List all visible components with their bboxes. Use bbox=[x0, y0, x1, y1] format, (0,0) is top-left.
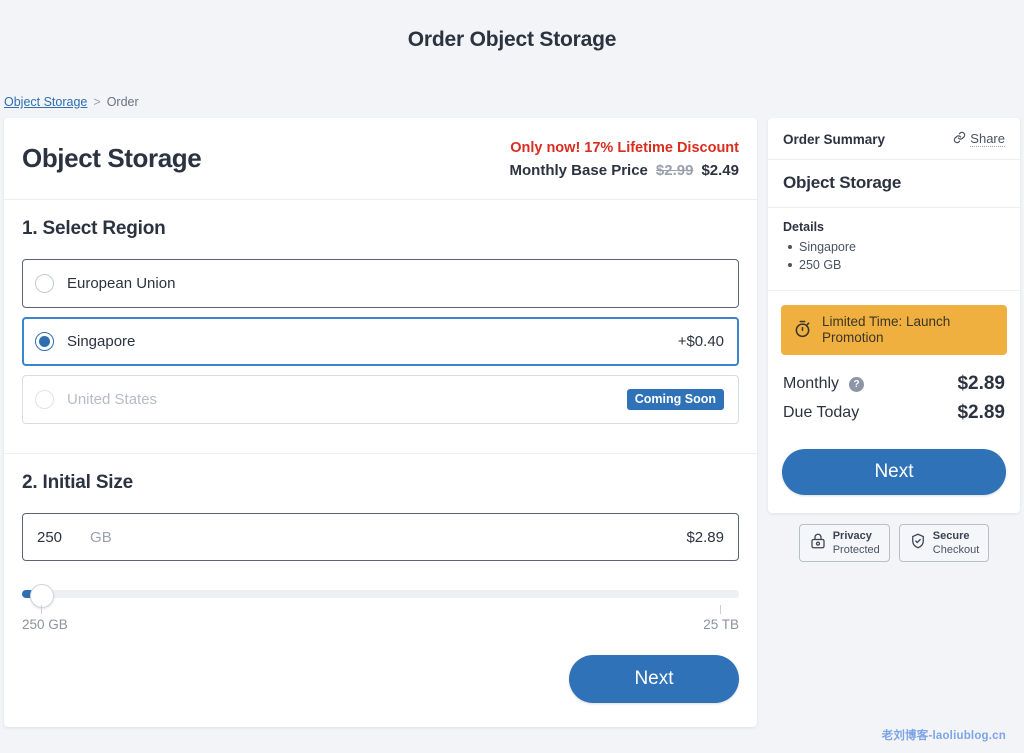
region-option-european-union[interactable]: European Union bbox=[22, 259, 739, 308]
base-price-new: $2.49 bbox=[701, 162, 739, 179]
trust-secure-line1: Secure bbox=[933, 530, 979, 542]
summary-next-button[interactable]: Next bbox=[782, 449, 1006, 495]
section-heading-initial-size: 2. Initial Size bbox=[22, 472, 739, 494]
product-header: Object Storage Only now! 17% Lifetime Di… bbox=[4, 118, 757, 200]
size-input-box[interactable]: 250 GB $2.89 bbox=[22, 513, 739, 561]
region-label-european-union: European Union bbox=[67, 275, 724, 292]
order-summary-title: Order Summary bbox=[783, 132, 885, 147]
breadcrumb-separator: > bbox=[93, 95, 100, 109]
size-unit-label: GB bbox=[90, 529, 686, 546]
main-next-button[interactable]: Next bbox=[569, 655, 739, 703]
order-main-card: Object Storage Only now! 17% Lifetime Di… bbox=[4, 118, 757, 727]
trust-secure-line2: Checkout bbox=[933, 544, 979, 556]
discount-banner: Only now! 17% Lifetime Discount bbox=[510, 140, 739, 156]
breadcrumb-current-order: Order bbox=[107, 95, 139, 109]
trust-badge-secure-text: Secure Checkout bbox=[933, 530, 979, 556]
total-row-monthly: Monthly ? $2.89 bbox=[783, 373, 1005, 395]
share-button[interactable]: Share bbox=[953, 131, 1005, 147]
order-summary-details: Details Singapore 250 GB bbox=[768, 208, 1020, 291]
radio-icon-united-states bbox=[35, 390, 54, 409]
promo-text: Limited Time: Launch Promotion bbox=[822, 314, 996, 346]
lock-icon bbox=[809, 532, 827, 555]
product-title: Object Storage bbox=[22, 143, 201, 174]
section-initial-size: 2. Initial Size 250 GB $2.89 250 GB 25 T… bbox=[4, 453, 757, 655]
page-layout: Object Storage Only now! 17% Lifetime Di… bbox=[4, 118, 1020, 727]
region-option-singapore[interactable]: Singapore +$0.40 bbox=[22, 317, 739, 366]
region-option-united-states: United States Coming Soon bbox=[22, 375, 739, 424]
region-label-singapore: Singapore bbox=[67, 333, 678, 350]
trust-badge-privacy: Privacy Protected bbox=[799, 524, 890, 562]
size-input-value[interactable]: 250 bbox=[37, 529, 62, 546]
list-item: 250 GB bbox=[783, 256, 1005, 274]
page-title: Order Object Storage bbox=[0, 0, 1024, 52]
base-price-old: $2.99 bbox=[656, 162, 694, 179]
order-summary-product: Object Storage bbox=[768, 160, 1020, 208]
share-label: Share bbox=[970, 131, 1005, 147]
slider-min-label: 250 GB bbox=[22, 617, 68, 632]
status-badge-coming-soon: Coming Soon bbox=[627, 389, 724, 410]
order-summary-header: Order Summary Share bbox=[768, 118, 1020, 160]
base-price-label: Monthly Base Price bbox=[510, 162, 648, 179]
section-heading-region: 1. Select Region bbox=[22, 218, 739, 240]
main-next-row: Next bbox=[4, 655, 757, 727]
trust-badge-privacy-text: Privacy Protected bbox=[833, 530, 880, 556]
shield-check-icon bbox=[909, 532, 927, 555]
breadcrumb-link-object-storage[interactable]: Object Storage bbox=[4, 95, 87, 109]
slider-max-label: 25 TB bbox=[703, 617, 739, 632]
slider-tick-mark-max bbox=[720, 605, 721, 614]
total-label-due-today: Due Today bbox=[783, 404, 859, 422]
radio-icon-european-union[interactable] bbox=[35, 274, 54, 293]
trust-privacy-line2: Protected bbox=[833, 544, 880, 556]
promo-banner: Limited Time: Launch Promotion bbox=[781, 305, 1007, 355]
size-price-value: $2.89 bbox=[686, 529, 724, 546]
base-price-row: Monthly Base Price $2.99 $2.49 bbox=[510, 162, 739, 179]
total-label-monthly-wrap: Monthly ? bbox=[783, 375, 864, 393]
stopwatch-icon bbox=[792, 318, 813, 343]
size-slider[interactable] bbox=[22, 587, 739, 601]
order-summary-column: Order Summary Share Object Storage Detai… bbox=[768, 118, 1020, 562]
region-extra-singapore: +$0.40 bbox=[678, 333, 724, 350]
size-slider-thumb[interactable] bbox=[30, 584, 54, 608]
size-slider-ticks: 250 GB 25 TB bbox=[22, 609, 739, 635]
order-summary-product-name: Object Storage bbox=[783, 173, 1005, 193]
slider-tick-mark-min bbox=[41, 605, 42, 614]
link-icon bbox=[953, 131, 966, 147]
summary-next-wrap: Next bbox=[768, 435, 1020, 513]
breadcrumb: Object Storage > Order bbox=[4, 95, 139, 109]
details-list: Singapore 250 GB bbox=[783, 238, 1005, 274]
radio-icon-singapore[interactable] bbox=[35, 332, 54, 351]
total-value-due-today: $2.89 bbox=[957, 402, 1005, 424]
size-slider-track[interactable] bbox=[22, 590, 739, 598]
order-totals: Monthly ? $2.89 Due Today $2.89 bbox=[768, 357, 1020, 435]
order-summary-card: Order Summary Share Object Storage Detai… bbox=[768, 118, 1020, 513]
product-price-block: Only now! 17% Lifetime Discount Monthly … bbox=[510, 140, 739, 179]
trust-badge-secure: Secure Checkout bbox=[899, 524, 989, 562]
trust-badges-row: Privacy Protected Secure Checkout bbox=[768, 524, 1020, 562]
site-watermark: 老刘博客-laoliublog.cn bbox=[882, 727, 1006, 743]
total-row-due-today: Due Today $2.89 bbox=[783, 402, 1005, 424]
region-label-united-states: United States bbox=[67, 391, 627, 408]
total-label-monthly: Monthly bbox=[783, 375, 839, 393]
section-select-region: 1. Select Region European Union Singapor… bbox=[4, 200, 757, 453]
details-title: Details bbox=[783, 220, 1005, 234]
total-value-monthly: $2.89 bbox=[957, 373, 1005, 395]
trust-privacy-line1: Privacy bbox=[833, 530, 880, 542]
promo-wrap: Limited Time: Launch Promotion bbox=[768, 291, 1020, 357]
help-icon[interactable]: ? bbox=[849, 377, 864, 392]
list-item: Singapore bbox=[783, 238, 1005, 256]
